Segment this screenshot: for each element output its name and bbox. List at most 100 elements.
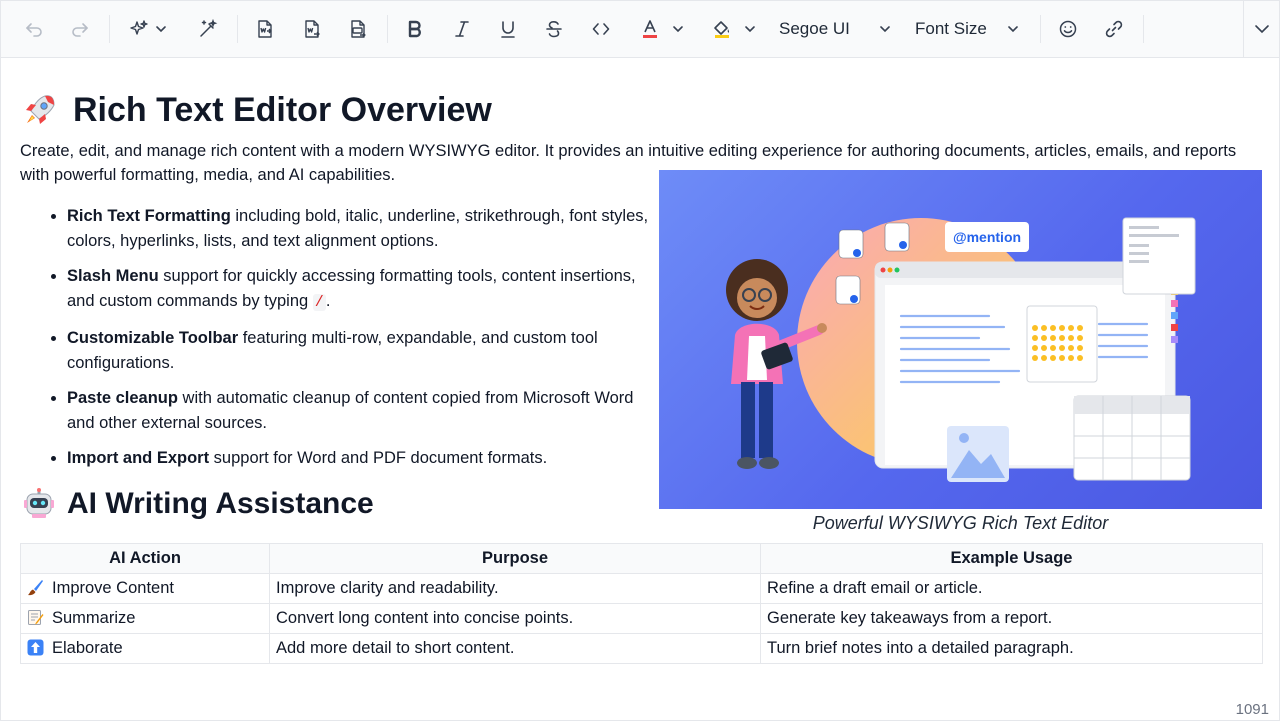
ai-section-heading-text: AI Writing Assistance (67, 487, 374, 520)
feature-title: Slash Menu (67, 267, 159, 285)
table-header-cell: Purpose (269, 543, 761, 574)
emoji-icon (1059, 20, 1077, 38)
undo-button[interactable] (19, 13, 49, 45)
table-row: Summarize Convert long content into conc… (20, 603, 1263, 634)
editor-illustration-image[interactable]: @mention (659, 170, 1262, 509)
table-cell: Convert long content into concise points… (269, 603, 761, 634)
document-title: Rich Text Editor Overview (23, 88, 492, 132)
toolbar-separator (109, 15, 110, 43)
inline-code: / (312, 293, 326, 311)
editor-content[interactable]: Rich Text Editor Overview Create, edit, … (1, 58, 1279, 720)
paintbrush-icon (28, 580, 43, 596)
link-icon (1105, 20, 1123, 38)
chevron-down-icon (745, 26, 755, 33)
font-color-swatch (643, 35, 657, 38)
background-color-icon (714, 21, 730, 38)
export-pdf-button[interactable] (343, 13, 373, 45)
up-arrow-icon (27, 639, 44, 656)
feature-list: Rich Text Formatting including bold, ita… (47, 204, 657, 482)
table-cell: Generate key takeaways from a report. (760, 603, 1263, 634)
underline-button[interactable] (493, 13, 523, 45)
italic-icon (455, 21, 469, 37)
font-family-value: Segoe UI (779, 19, 850, 38)
feature-title: Import and Export (67, 449, 210, 467)
strikethrough-icon (546, 20, 562, 38)
toolbar-separator (237, 15, 238, 43)
robot-icon (24, 488, 54, 518)
chevron-down-icon (880, 26, 890, 33)
feature-title: Rich Text Formatting (67, 207, 231, 225)
ai-action-label: Improve Content (52, 579, 174, 597)
expand-toolbar-icon (1255, 25, 1269, 34)
ai-quick-edit-icon (200, 19, 218, 37)
table-row: Elaborate Add more detail to short conte… (20, 633, 1263, 664)
table-header-cell: AI Action (20, 543, 270, 574)
memo-icon (28, 610, 44, 625)
mention-label: @mention (953, 229, 1021, 245)
chevron-down-icon (673, 26, 683, 33)
inline-code-icon (592, 23, 610, 35)
chevron-down-icon (156, 26, 166, 33)
word-count: 1091 (1235, 701, 1269, 718)
ai-quick-edit-button[interactable] (193, 13, 223, 45)
table-cell: Elaborate (20, 633, 270, 664)
image-caption: Powerful WYSIWYG Rich Text Editor (812, 513, 1109, 533)
feature-description: support for Word and PDF document format… (209, 449, 548, 467)
table-cell: Improve Content (20, 573, 270, 604)
list-item: Import and Export support for Word and P… (67, 446, 657, 471)
export-word-button[interactable] (297, 13, 327, 45)
export-pdf-icon (351, 20, 366, 38)
toolbar: Segoe UI Font Size (1, 1, 1279, 58)
ai-action-label: Summarize (52, 609, 136, 627)
table-row: Improve Content Improve clarity and read… (20, 573, 1263, 604)
table-cell: Add more detail to short content. (269, 633, 761, 664)
table-header-cell: Example Usage (760, 543, 1263, 574)
rich-text-editor: Segoe UI Font Size Rich Text Editor Over… (0, 0, 1280, 721)
undo-icon (26, 23, 42, 37)
strikethrough-button[interactable] (539, 13, 569, 45)
ai-actions-table: AI Action Purpose Example Usage Improve … (20, 543, 1263, 664)
redo-icon (72, 23, 88, 37)
feature-description-tail: . (325, 291, 331, 310)
bold-button[interactable] (400, 13, 430, 45)
rocket-icon (26, 95, 55, 124)
table-cell: Refine a draft email or article. (760, 573, 1263, 604)
toolbar-separator (1040, 15, 1041, 43)
toolbar-separator (387, 15, 388, 43)
font-color-icon (643, 20, 657, 38)
list-item: Customizable Toolbar featuring multi-row… (67, 326, 657, 375)
font-family-dropdown[interactable]: Segoe UI (779, 13, 891, 45)
ai-assistant-dropdown[interactable] (123, 13, 173, 45)
font-size-value: Font Size (915, 19, 987, 38)
toolbar-separator (1143, 15, 1144, 43)
ai-action-label: Elaborate (52, 639, 123, 657)
table-cell: Turn brief notes into a detailed paragra… (760, 633, 1263, 664)
illustration-graphic: @mention (726, 217, 1196, 482)
document-title-text: Rich Text Editor Overview (73, 90, 492, 129)
import-word-button[interactable] (250, 13, 280, 45)
export-word-icon (305, 20, 320, 38)
table-cell: Improve clarity and readability. (269, 573, 761, 604)
background-color-swatch (715, 35, 729, 38)
import-word-icon (258, 20, 272, 38)
feature-title: Customizable Toolbar (67, 329, 239, 347)
font-size-dropdown[interactable]: Font Size (915, 13, 1019, 45)
emoji-button[interactable] (1053, 13, 1083, 45)
redo-button[interactable] (65, 13, 95, 45)
feature-title: Paste cleanup (67, 389, 178, 407)
ai-assistant-icon (130, 20, 148, 35)
ai-section-heading: AI Writing Assistance (23, 484, 374, 524)
insert-link-button[interactable] (1099, 13, 1129, 45)
bold-icon (408, 20, 421, 38)
list-item: Slash Menu support for quickly accessing… (67, 264, 657, 315)
italic-button[interactable] (447, 13, 477, 45)
table-cell: Summarize (20, 603, 270, 634)
inline-code-button[interactable] (586, 13, 616, 45)
background-color-dropdown[interactable] (705, 13, 763, 45)
font-color-dropdown[interactable] (633, 13, 691, 45)
list-item: Rich Text Formatting including bold, ita… (67, 204, 657, 253)
chevron-down-icon (1008, 26, 1018, 33)
expand-toolbar-button[interactable] (1243, 1, 1279, 57)
underline-icon (501, 21, 515, 38)
table-header-row: AI Action Purpose Example Usage (20, 543, 1263, 574)
